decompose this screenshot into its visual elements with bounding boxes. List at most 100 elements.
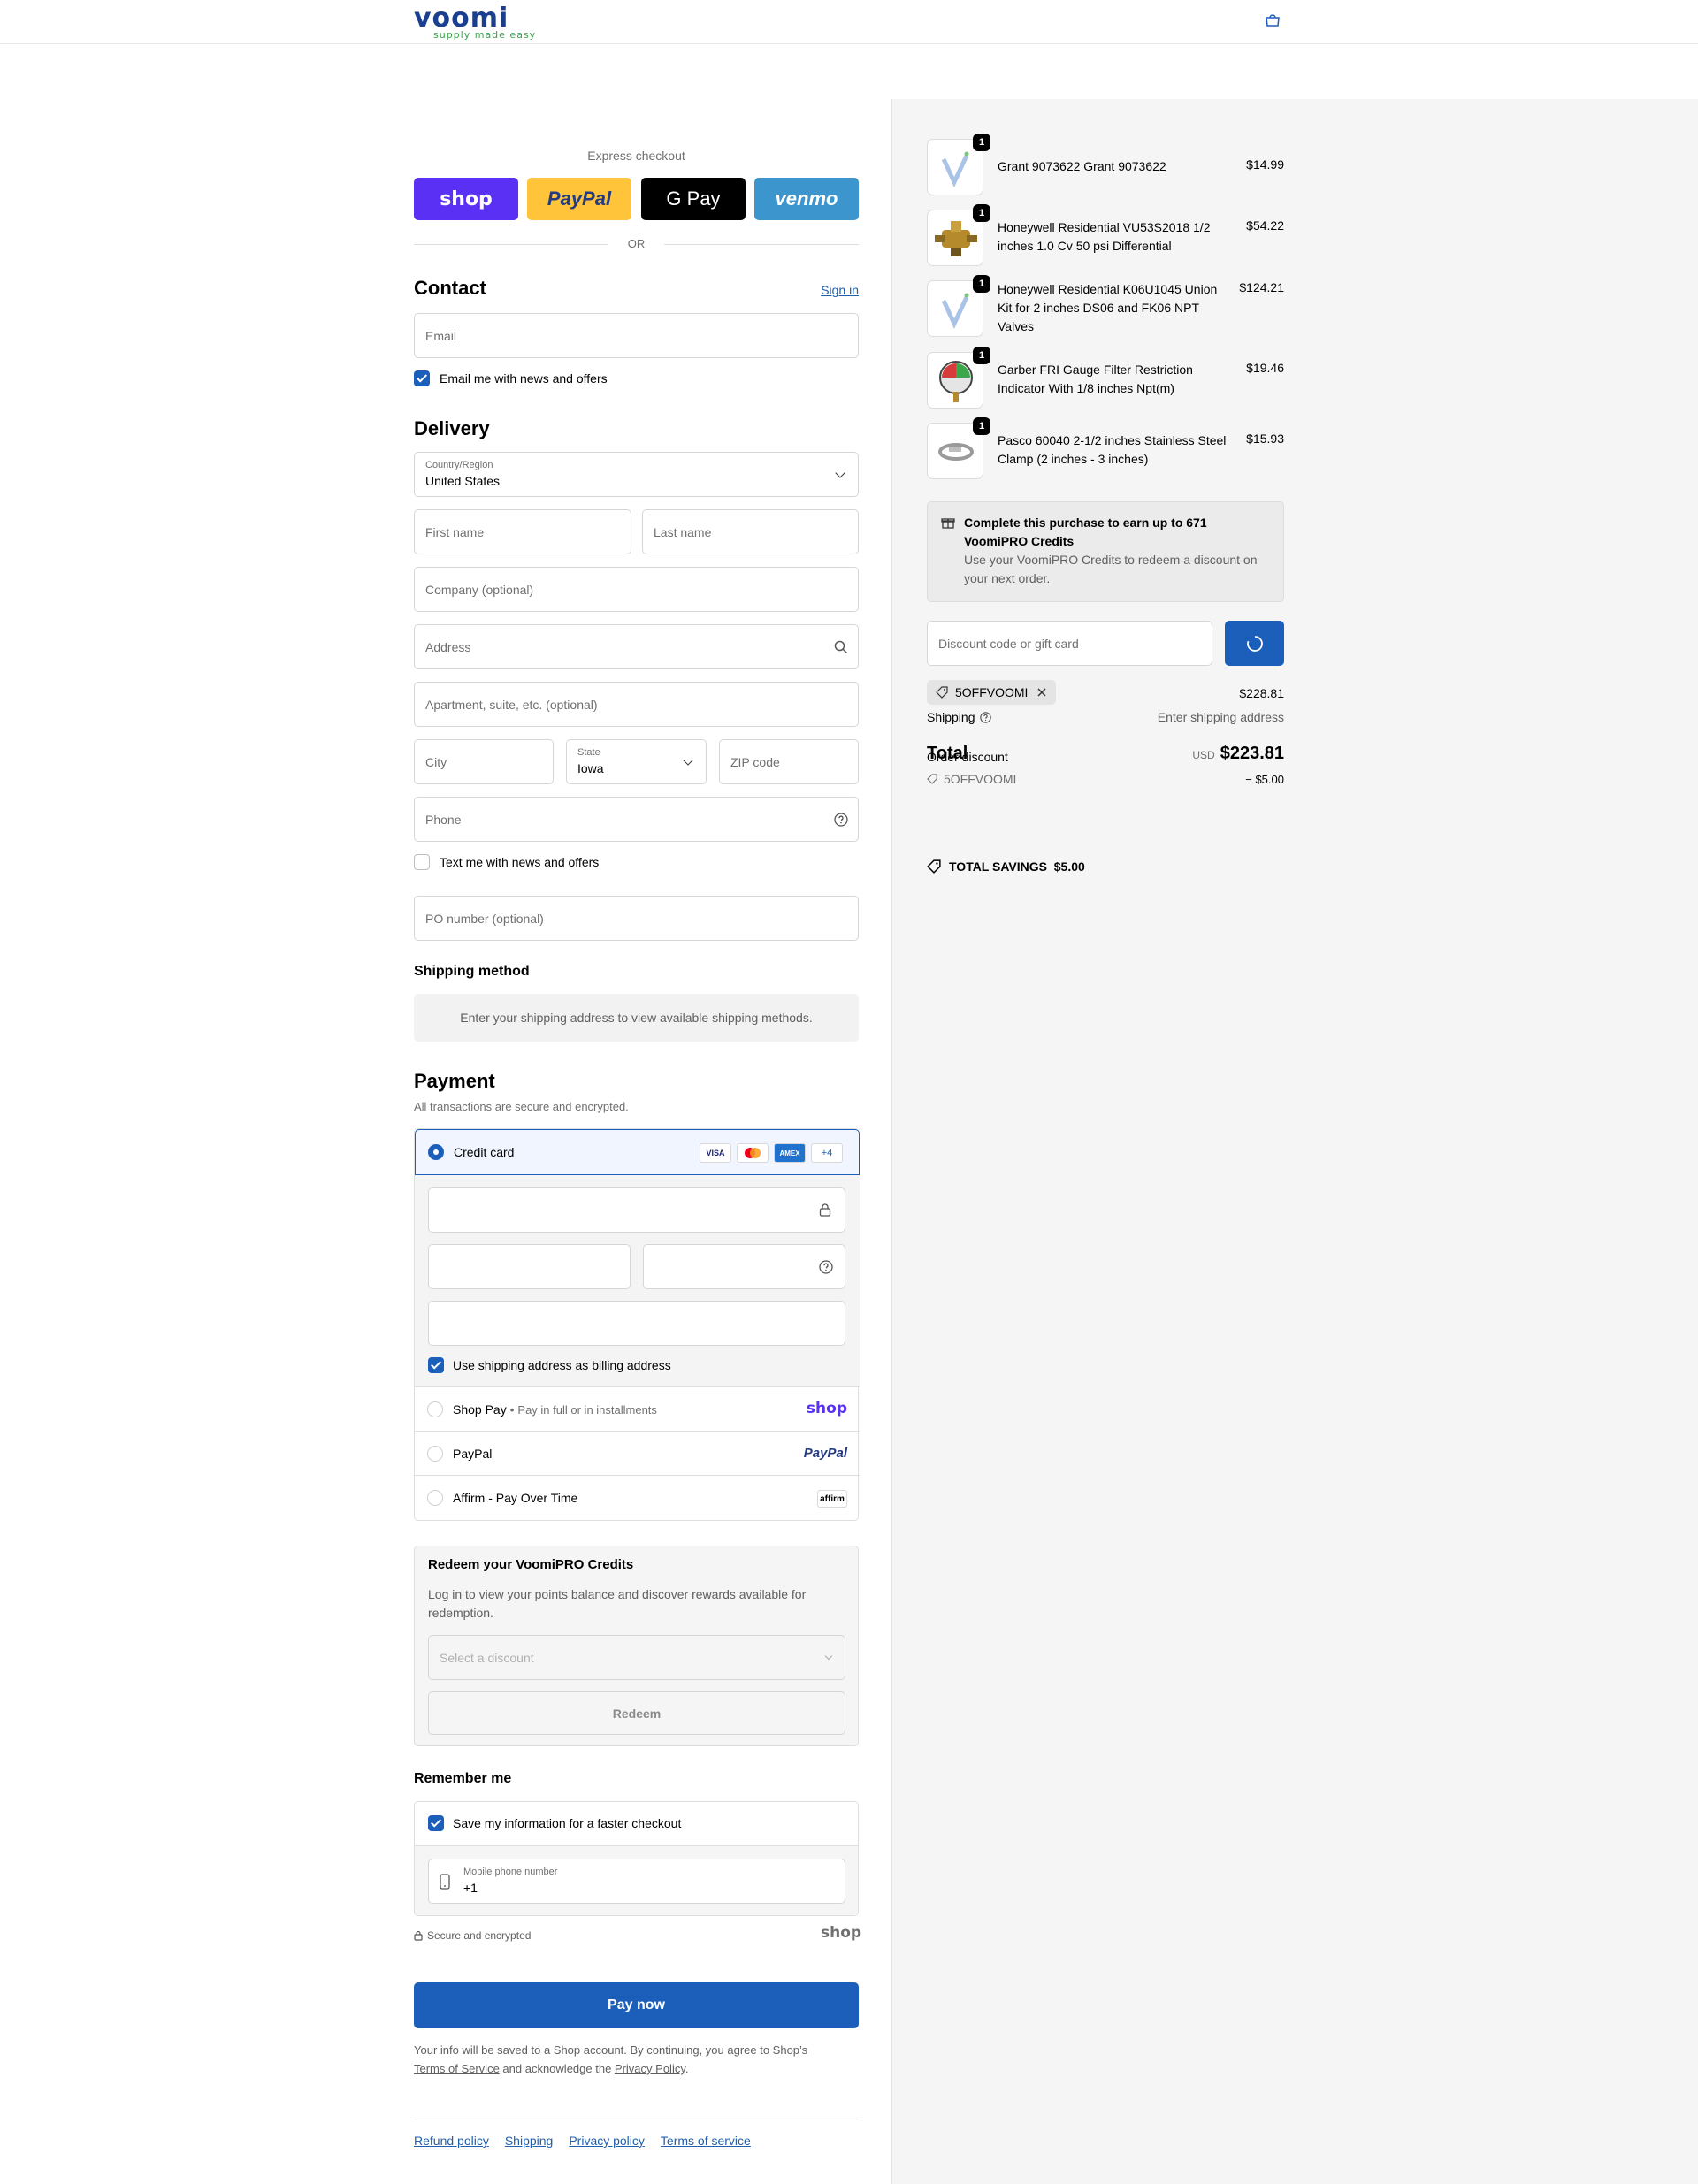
quantity-badge: 1 <box>973 204 990 222</box>
apartment-placeholder: Apartment, suite, etc. (optional) <box>425 697 598 712</box>
email-field[interactable]: Email <box>414 313 859 358</box>
venmo-express-button[interactable]: venmo <box>754 178 859 220</box>
total-value: USD $223.81 <box>1192 744 1284 764</box>
credit-card-form: Use shipping address as billing address <box>415 1175 860 1387</box>
product-price: $15.93 <box>1246 431 1284 446</box>
shipping-label: Shipping <box>927 710 975 724</box>
google-pay-express-button[interactable]: G Pay <box>641 178 746 220</box>
product-name: Honeywell Residential VU53S2018 1/2 inch… <box>998 220 1211 253</box>
card-number-field[interactable] <box>428 1187 845 1233</box>
voomi-logo[interactable]: voomi supply made easy <box>414 5 535 42</box>
phone-placeholder: Phone <box>425 812 462 827</box>
first-name-field[interactable]: First name <box>414 509 631 554</box>
product-price: $124.21 <box>1239 280 1284 294</box>
email-placeholder: Email <box>425 328 457 343</box>
select-discount-placeholder: Select a discount <box>440 1650 534 1665</box>
state-select[interactable]: State Iowa <box>566 739 707 784</box>
discount-amount: − $5.00 <box>1245 773 1284 786</box>
security-code-field[interactable] <box>643 1244 845 1289</box>
savings-value: $5.00 <box>1053 859 1085 874</box>
secure-encrypted-text: Secure and encrypted <box>427 1929 532 1942</box>
redeem-button[interactable]: Redeem <box>428 1691 845 1735</box>
zip-placeholder: ZIP code <box>730 754 780 769</box>
product-name: Honeywell Residential K06U1045 Union Kit… <box>998 282 1218 333</box>
terms-of-service-footer-link[interactable]: Terms of service <box>661 2134 751 2148</box>
tag-icon <box>936 686 948 699</box>
pay-now-button[interactable]: Pay now <box>414 1982 859 2028</box>
payment-methods: Credit card VISA AMEX +4 Use shipping ad… <box>414 1128 860 1521</box>
total-label: Total <box>927 744 968 763</box>
shipping-policy-link[interactable]: Shipping <box>505 2134 554 2148</box>
company-field[interactable]: Company (optional) <box>414 567 859 612</box>
shipping-method-placeholder: Enter your shipping address to view avai… <box>414 994 859 1042</box>
paypal-option[interactable]: PayPal PayPal <box>415 1432 860 1476</box>
save-info-checkbox[interactable] <box>428 1815 444 1831</box>
affirm-radio[interactable] <box>427 1490 443 1506</box>
delivery-title: Delivery <box>414 417 490 439</box>
paypal-express-button[interactable]: PayPal <box>527 178 631 220</box>
city-field[interactable]: City <box>414 739 554 784</box>
product-price: $19.46 <box>1246 361 1284 375</box>
name-on-card-field[interactable] <box>428 1301 845 1346</box>
company-placeholder: Company (optional) <box>425 582 534 597</box>
refund-policy-link[interactable]: Refund policy <box>414 2134 489 2148</box>
apartment-field[interactable]: Apartment, suite, etc. (optional) <box>414 682 859 727</box>
sign-in-link[interactable]: Sign in <box>821 283 859 297</box>
shop-pay-option[interactable]: Shop Pay • Pay in full or in installment… <box>415 1387 860 1432</box>
select-discount-dropdown[interactable]: Select a discount <box>428 1635 845 1680</box>
paypal-radio[interactable] <box>427 1446 443 1462</box>
shop-pay-radio[interactable] <box>427 1401 443 1417</box>
credit-card-label: Credit card <box>454 1145 515 1159</box>
save-info-label: Save my information for a faster checkou… <box>453 1816 682 1830</box>
lock-icon <box>414 1930 423 1941</box>
logo-tagline: supply made easy <box>433 29 537 41</box>
close-icon[interactable] <box>1036 687 1047 698</box>
credit-card-radio[interactable] <box>428 1144 444 1160</box>
billing-same-checkbox[interactable] <box>428 1357 444 1373</box>
total-savings: TOTAL SAVINGS $5.00 <box>949 859 1085 874</box>
last-name-field[interactable]: Last name <box>642 509 859 554</box>
credit-card-option[interactable]: Credit card VISA AMEX +4 <box>415 1129 860 1175</box>
mobile-phone-field[interactable]: Mobile phone number +1 <box>428 1859 845 1904</box>
help-circle-icon[interactable] <box>819 1260 833 1274</box>
email-news-checkbox[interactable] <box>414 370 430 386</box>
quantity-badge: 1 <box>973 134 990 151</box>
expiry-field[interactable] <box>428 1244 631 1289</box>
address-field[interactable]: Address <box>414 624 859 669</box>
mastercard-icon <box>737 1143 769 1163</box>
privacy-policy-footer-link[interactable]: Privacy policy <box>569 2134 645 2148</box>
gift-icon <box>941 518 955 529</box>
redeem-login-link[interactable]: Log in <box>428 1587 462 1601</box>
discount-placeholder: Discount code or gift card <box>938 636 1079 651</box>
state-value: Iowa <box>577 761 604 775</box>
shopping-bag-icon[interactable] <box>1265 14 1281 27</box>
affirm-label: Affirm - Pay Over Time <box>453 1491 578 1505</box>
help-circle-icon[interactable] <box>980 712 991 723</box>
zip-field[interactable]: ZIP code <box>719 739 859 784</box>
paypal-label: PayPal <box>453 1447 493 1461</box>
phone-field[interactable]: Phone <box>414 797 859 842</box>
affirm-option[interactable]: Affirm - Pay Over Time affirm <box>415 1476 860 1520</box>
amex-icon: AMEX <box>774 1143 806 1163</box>
mobile-area: Mobile phone number +1 <box>415 1845 858 1915</box>
product-price: $14.99 <box>1246 157 1284 172</box>
remember-title: Remember me <box>414 1771 512 1786</box>
terms-of-service-link[interactable]: Terms of Service <box>414 2062 500 2075</box>
product-name: Garber FRI Gauge Filter Restriction Indi… <box>998 363 1193 395</box>
po-number-field[interactable]: PO number (optional) <box>414 896 859 941</box>
country-value: United States <box>425 474 501 488</box>
country-select[interactable]: Country/Region United States <box>414 452 859 497</box>
legal-text: Your info will be saved to a Shop accoun… <box>414 2041 859 2078</box>
text-news-checkbox[interactable] <box>414 854 430 870</box>
shop-logo: shop <box>821 1924 862 1942</box>
city-placeholder: City <box>425 754 447 769</box>
discount-code-field[interactable]: Discount code or gift card <box>927 621 1212 666</box>
payment-subtitle: All transactions are secure and encrypte… <box>414 1100 629 1113</box>
legal-text-1: Your info will be saved to a Shop accoun… <box>414 2043 808 2057</box>
payment-title: Payment <box>414 1070 495 1092</box>
privacy-policy-link[interactable]: Privacy Policy <box>615 2062 685 2075</box>
help-circle-icon[interactable] <box>834 813 848 827</box>
text-news-label: Text me with news and offers <box>440 855 600 869</box>
shop-pay-express-button[interactable]: shop <box>414 178 518 220</box>
apply-discount-button[interactable] <box>1225 621 1284 666</box>
